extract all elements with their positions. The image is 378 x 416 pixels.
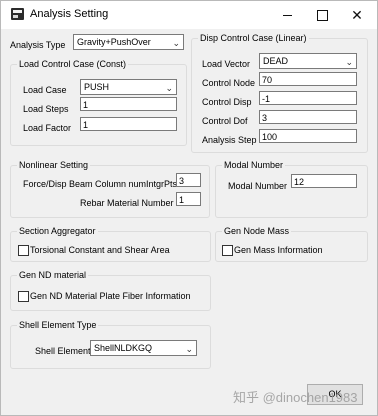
- analysis-step-input[interactable]: 100: [259, 129, 357, 143]
- chevron-down-icon: ⌄: [165, 83, 173, 93]
- shell-element-value: ShellNLDKGQ: [94, 343, 153, 353]
- analysis-type-value: Gravity+PushOver: [77, 37, 151, 47]
- minimize-button[interactable]: [267, 1, 307, 29]
- window-title: Analysis Setting: [30, 8, 109, 20]
- close-icon: ✕: [351, 7, 363, 23]
- gen-mass-label: Gen Mass Information: [234, 245, 323, 255]
- torsional-constant-checkbox[interactable]: [18, 245, 29, 256]
- analysis-step-label: Analysis Step: [202, 135, 257, 145]
- chevron-down-icon: ⌄: [185, 344, 193, 354]
- maximize-icon: [316, 10, 328, 22]
- rebar-material-input[interactable]: 1: [176, 192, 201, 206]
- load-control-title: Load Control Case (Const): [17, 59, 129, 69]
- load-factor-label: Load Factor: [23, 123, 72, 133]
- int-pts-label: Force/Disp Beam Column numIntgrPts: [23, 179, 178, 189]
- gen-node-mass-title: Gen Node Mass: [222, 226, 292, 236]
- minimize-icon: [282, 15, 292, 17]
- close-button[interactable]: ✕: [337, 1, 377, 29]
- shell-type-title: Shell Element Type: [17, 320, 99, 330]
- rebar-material-label: Rebar Material Number: [80, 198, 174, 208]
- section-aggregator-title: Section Aggregator: [17, 226, 98, 236]
- load-vector-label: Load Vector: [202, 59, 251, 69]
- gen-nd-material-title: Gen ND material: [17, 270, 89, 280]
- analysis-type-label: Analysis Type: [10, 40, 66, 50]
- load-vector-select[interactable]: DEAD ⌄: [259, 53, 357, 69]
- load-case-label: Load Case: [23, 85, 67, 95]
- nonlinear-title: Nonlinear Setting: [17, 160, 91, 170]
- control-node-label: Control Node: [202, 78, 256, 88]
- torsional-constant-label: Torsional Constant and Shear Area: [30, 245, 170, 255]
- modal-group: Modal Number: [215, 160, 368, 218]
- load-case-value: PUSH: [84, 82, 110, 92]
- chevron-down-icon: ⌄: [345, 57, 353, 67]
- chevron-down-icon: ⌄: [172, 38, 180, 48]
- gen-nd-material-label: Gen ND Material Plate Fiber Information: [30, 291, 191, 301]
- int-pts-input[interactable]: 3: [176, 173, 201, 187]
- control-disp-input[interactable]: -1: [259, 91, 357, 105]
- load-case-select[interactable]: PUSH ⌄: [80, 79, 177, 95]
- load-steps-input[interactable]: 1: [80, 97, 177, 111]
- app-icon: [11, 8, 24, 20]
- shell-element-label: Shell Element: [35, 346, 91, 356]
- control-disp-label: Control Disp: [202, 97, 252, 107]
- gen-nd-material-checkbox[interactable]: [18, 291, 29, 302]
- load-factor-input[interactable]: 1: [80, 117, 177, 131]
- analysis-setting-window: Analysis Setting ✕ Analysis Type Gravity…: [0, 0, 378, 416]
- load-vector-value: DEAD: [263, 56, 289, 66]
- watermark: 知乎 @dinochen1983: [233, 390, 358, 405]
- maximize-button[interactable]: [302, 1, 342, 29]
- modal-title: Modal Number: [222, 160, 286, 170]
- analysis-type-select[interactable]: Gravity+PushOver ⌄: [73, 34, 184, 50]
- control-node-input[interactable]: 70: [259, 72, 357, 86]
- control-dof-label: Control Dof: [202, 116, 248, 126]
- load-steps-label: Load Steps: [23, 104, 69, 114]
- control-dof-input[interactable]: 3: [259, 110, 357, 124]
- modal-number-label: Modal Number: [228, 181, 288, 191]
- title-bar: Analysis Setting ✕: [1, 1, 377, 29]
- modal-number-input[interactable]: 12: [291, 174, 357, 188]
- gen-mass-checkbox[interactable]: [222, 245, 233, 256]
- shell-element-select[interactable]: ShellNLDKGQ ⌄: [90, 340, 197, 356]
- disp-control-title: Disp Control Case (Linear): [198, 33, 309, 43]
